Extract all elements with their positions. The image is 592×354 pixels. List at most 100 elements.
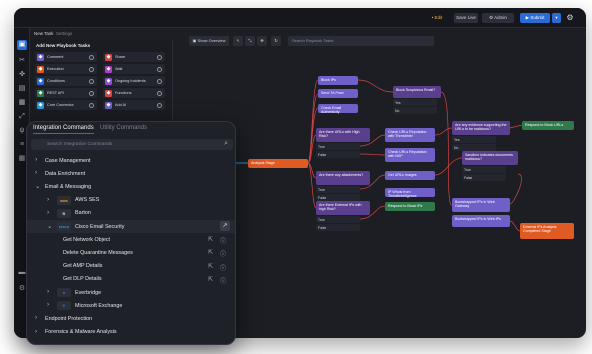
condition-branch[interactable]: Yes	[452, 136, 496, 143]
flow-connector	[434, 127, 453, 136]
chevron-right-icon[interactable]: ›	[35, 328, 37, 335]
add-command-cursor-icon[interactable]: ↗	[220, 221, 230, 231]
flow-node[interactable]: Check Email Authenticity	[318, 104, 358, 114]
flow-node-label: Check URLs Reputation with ThreatIntel	[388, 130, 427, 139]
condition-branch[interactable]: False	[316, 194, 360, 201]
flow-node[interactable]: Sandbox indicates documents malicious?	[462, 151, 518, 165]
integration-item[interactable]: › ● Everbridge	[27, 286, 235, 299]
chevron-right-icon[interactable]: ›	[35, 169, 37, 176]
flow-node[interactable]: Analysis Stage	[248, 159, 308, 168]
flow-node-label: Bootstrapped IPs in Web Gateway	[455, 200, 495, 209]
chevron-right-icon[interactable]: ›	[47, 196, 49, 203]
condition-branch[interactable]: False	[462, 174, 506, 181]
chevron-down-icon[interactable]: ⌄	[47, 222, 52, 230]
external-link-icon[interactable]: ⇱	[208, 236, 213, 243]
external-link-icon[interactable]: ⇱	[208, 276, 213, 283]
chevron-right-icon[interactable]: ›	[35, 156, 37, 163]
category-item[interactable]: ⌄ Email & Messaging	[27, 180, 235, 193]
flow-node[interactable]: IP Whois from ThreatIntelligence	[385, 188, 435, 199]
chevron-right-icon[interactable]: ›	[35, 314, 37, 321]
command-item[interactable]: Get Network Object ⇱ ⓘ	[27, 233, 235, 246]
condition-branch[interactable]: No	[393, 107, 437, 114]
condition-branch[interactable]: False	[316, 224, 360, 231]
flow-node[interactable]: Block Suspicious Email?	[393, 86, 441, 98]
help-icon[interactable]: ⓘ	[220, 263, 226, 272]
flow-node-label: Block Suspicious Email?	[396, 88, 436, 92]
flow-node-label: Respond to Block IPs	[388, 204, 423, 208]
integration-item[interactable]: ⌄ cisco Cisco Email Security ↗	[27, 220, 235, 233]
flow-node[interactable]: Are there any attachments?	[316, 171, 370, 185]
tree-row-label: Delete Quarantine Messages	[63, 249, 133, 256]
flow-node[interactable]: External IPs Analysis Completed Stage	[520, 223, 574, 239]
flow-node[interactable]: Block IPs	[318, 76, 358, 85]
chevron-right-icon[interactable]: ›	[47, 288, 49, 295]
category-item[interactable]: › Forensics & Malware Analysis	[27, 326, 235, 339]
flow-node[interactable]: Send TA Push	[318, 89, 358, 98]
flow-node-label: Respond to Block URLs	[525, 123, 564, 127]
flow-node-label: Analysis Stage	[251, 161, 275, 165]
tree-row-label: Case Management	[45, 157, 91, 164]
flow-node-label: Sandbox indicates documents malicious?	[465, 153, 513, 162]
flow-node-label: Bootstrapped IPs in Web IPs	[455, 217, 501, 221]
flow-node[interactable]: Respond to Block IPs	[385, 202, 435, 211]
condition-branch[interactable]: True	[316, 186, 360, 193]
integration-item[interactable]: › B Barton	[27, 207, 235, 220]
tab-utility-commands[interactable]: Utility Commands	[100, 125, 147, 131]
help-icon[interactable]: ⓘ	[220, 249, 226, 258]
help-icon[interactable]: ⓘ	[220, 276, 226, 285]
tree-row-label: Microsoft Exchange	[75, 302, 123, 309]
flow-node[interactable]: Are any evidence supporting the URLs to …	[452, 121, 510, 135]
flow-node[interactable]: Bootstrapped IPs in Web IPs	[452, 215, 510, 227]
integration-item[interactable]: › E Microsoft Exchange	[27, 299, 235, 312]
tree-row-label: AWS SES	[75, 197, 100, 204]
category-item[interactable]: › Case Management	[27, 154, 235, 167]
search-icon: ⌕	[224, 140, 228, 147]
flow-node-label: IP Whois from ThreatIntelligence	[388, 190, 417, 199]
flow-node-label: Are there any attachments?	[319, 173, 364, 177]
vendor-logo-icon: ●	[57, 288, 71, 297]
external-link-icon[interactable]: ⇱	[208, 263, 213, 270]
condition-label: True	[318, 144, 325, 149]
flow-connector	[509, 220, 521, 232]
category-item[interactable]: › Data Enrichment	[27, 167, 235, 180]
condition-branch[interactable]: True	[462, 166, 506, 173]
flow-node[interactable]: Respond to Block URLs	[522, 121, 574, 130]
flow-node[interactable]: Bootstrapped IPs in Web Gateway	[452, 198, 510, 212]
integration-item[interactable]: › aws AWS SES	[27, 194, 235, 207]
tree-row-label: Forensics & Malware Analysis	[45, 329, 117, 336]
condition-branch[interactable]: True	[316, 216, 360, 223]
condition-label: True	[318, 217, 325, 222]
flow-node[interactable]: Check URLs Reputation with NSP	[385, 148, 435, 162]
condition-label: Yes	[454, 137, 460, 142]
tree-row-label: Get AMP Details	[63, 263, 103, 270]
integration-commands-panel: Integration Commands Utility Commands Se…	[26, 121, 236, 345]
chevron-right-icon[interactable]: ›	[47, 301, 49, 308]
condition-branch[interactable]: No	[452, 144, 496, 151]
flow-node-label: Are there URLs with High Risk?	[319, 130, 360, 139]
flow-node[interactable]: Check URLs Reputation with ThreatIntel	[385, 128, 435, 142]
flow-node[interactable]: Are there URLs with High Risk?	[316, 128, 370, 142]
vendor-logo-icon: E	[57, 301, 71, 311]
tree-row-label: Everbridge	[75, 289, 102, 296]
flow-node[interactable]: Are there External IPs with high Risk?	[316, 201, 370, 215]
condition-branch[interactable]: True	[316, 143, 360, 150]
condition-label: False	[318, 225, 327, 230]
panel-tabs: Integration Commands Utility Commands	[27, 122, 235, 136]
integration-search-input[interactable]: Search Integration Commands ⌕	[31, 139, 233, 150]
condition-branch[interactable]: False	[316, 151, 360, 158]
category-item[interactable]: › Endpoint Protection	[27, 312, 235, 325]
flow-connector	[509, 173, 522, 205]
help-icon[interactable]: ⓘ	[220, 236, 226, 245]
tab-integration-commands[interactable]: Integration Commands	[33, 125, 94, 134]
chevron-right-icon[interactable]: ›	[47, 209, 49, 216]
chevron-down-icon[interactable]: ⌄	[35, 182, 40, 190]
condition-label: False	[318, 152, 327, 157]
condition-branch[interactable]: Yes	[393, 99, 437, 106]
condition-label: No	[395, 108, 400, 113]
command-item[interactable]: Delete Quarantine Messages ⇱ ⓘ	[27, 246, 235, 259]
search-placeholder: Search Integration Commands	[47, 141, 113, 147]
external-link-icon[interactable]: ⇱	[208, 249, 213, 256]
flow-node[interactable]: Get URLs Images	[385, 171, 435, 180]
command-item[interactable]: Get DLP Details ⇱ ⓘ	[27, 273, 235, 286]
command-item[interactable]: Get AMP Details ⇱ ⓘ	[27, 260, 235, 273]
